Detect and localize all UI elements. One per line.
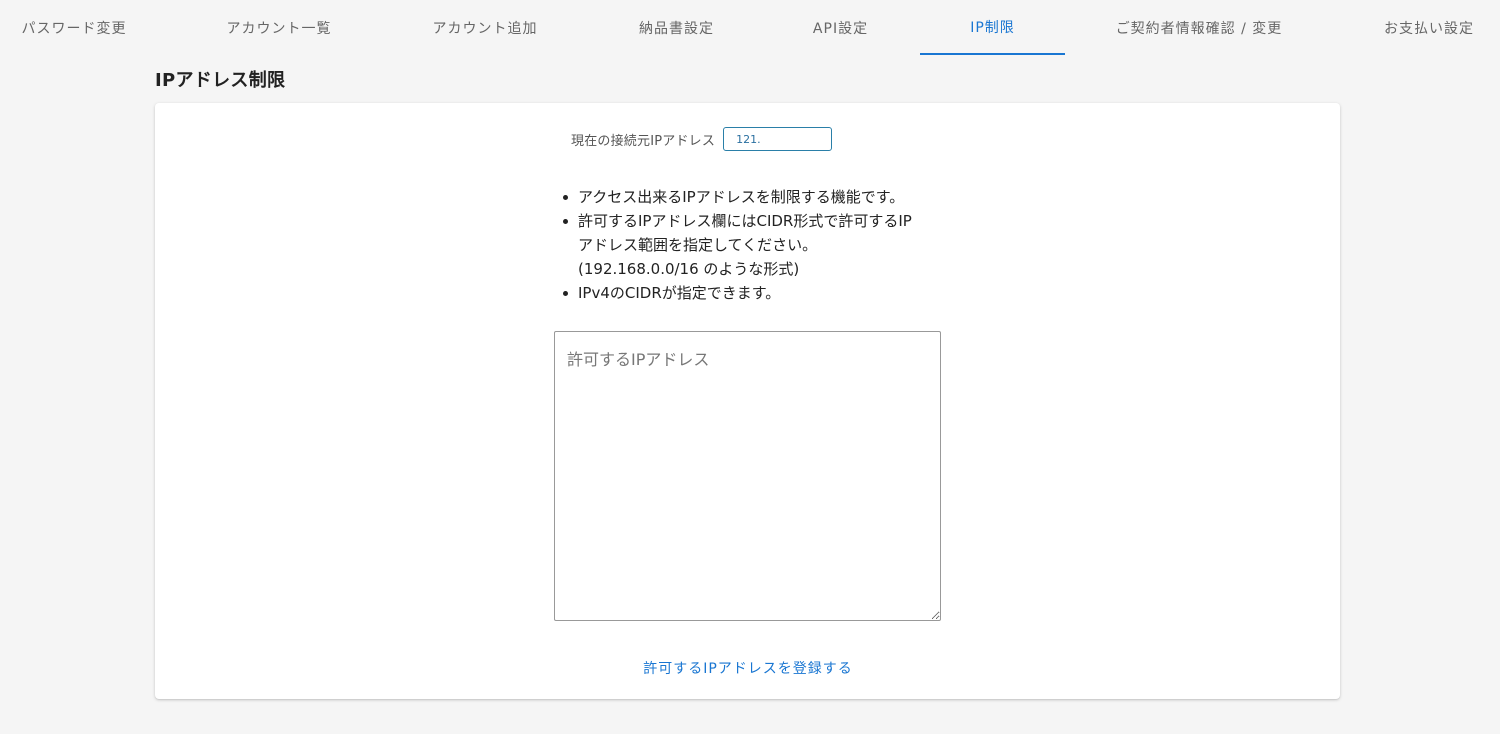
tab-contractor-info[interactable]: ご契約者情報確認 / 変更 — [1090, 0, 1308, 56]
register-allowed-ip-button[interactable]: 許可するIPアドレスを登録する — [629, 653, 867, 683]
allowed-ip-textarea[interactable] — [554, 331, 941, 621]
tab-ip-restriction[interactable]: IP制限 — [920, 0, 1065, 55]
page-title: IPアドレス制限 — [155, 70, 286, 91]
ip-restriction-card: 現在の接続元IPアドレス 121. アクセス出来るIPアドレスを制限する機能です… — [155, 103, 1340, 699]
current-ip-label: 現在の接続元IPアドレス — [571, 133, 716, 149]
current-ip-value: 121. — [723, 127, 833, 151]
tab-account-add[interactable]: アカウント追加 — [411, 0, 559, 56]
tab-payment-settings[interactable]: お支払い設定 — [1358, 0, 1500, 56]
tab-api-settings[interactable]: API設定 — [768, 0, 913, 56]
tab-password-change[interactable]: パスワード変更 — [0, 0, 148, 56]
note-item: 許可するIPアドレス欄にはCIDR形式で許可するIP アドレス範囲を指定してくだ… — [563, 209, 948, 281]
tab-delivery-note-settings[interactable]: 納品書設定 — [604, 0, 749, 56]
settings-tab-bar: パスワード変更 アカウント一覧 アカウント追加 納品書設定 API設定 IP制限… — [0, 0, 1500, 56]
ip-restriction-notes: アクセス出来るIPアドレスを制限する機能です。 許可するIPアドレス欄にはCID… — [563, 185, 948, 305]
note-item: IPv4のCIDRが指定できます。 — [563, 281, 948, 305]
current-ip-row: 現在の接続元IPアドレス 121. — [571, 127, 833, 151]
tab-account-list[interactable]: アカウント一覧 — [205, 0, 353, 56]
note-item: アクセス出来るIPアドレスを制限する機能です。 — [563, 185, 948, 209]
